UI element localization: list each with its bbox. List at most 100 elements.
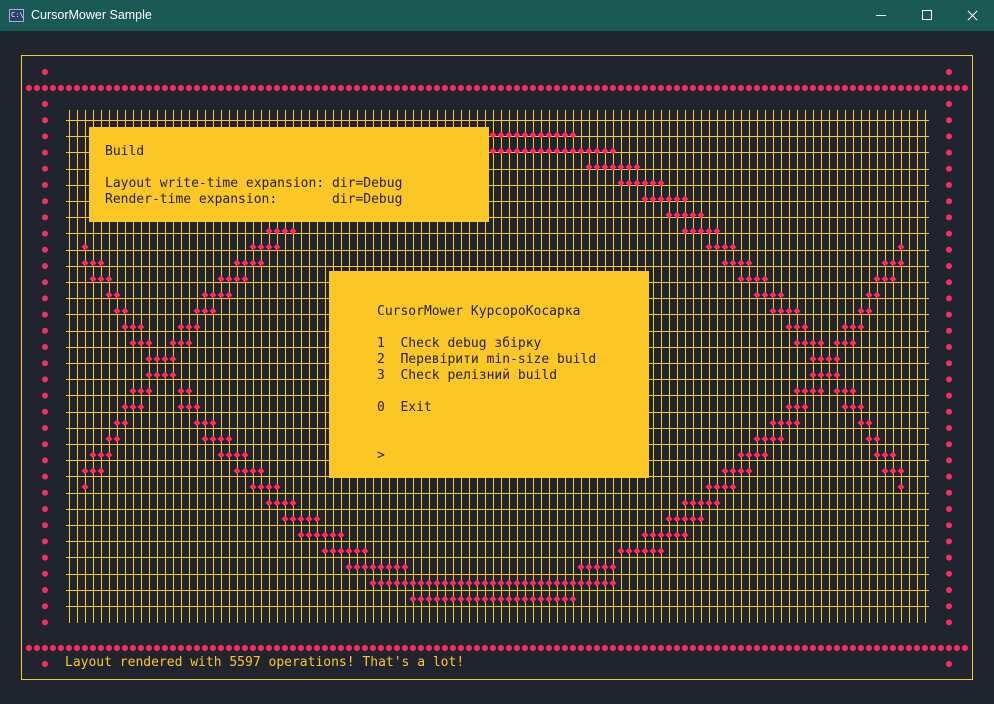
path-diamond (505, 147, 513, 155)
minimize-button[interactable] (858, 0, 904, 31)
pink-dot (482, 645, 488, 651)
pink-dot (706, 645, 712, 651)
pink-dot (298, 85, 304, 91)
path-diamond (113, 291, 121, 299)
path-diamond (865, 419, 873, 427)
path-diamond (601, 563, 609, 571)
pink-dot (386, 645, 392, 651)
path-diamond (385, 579, 393, 587)
pink-dot (426, 645, 432, 651)
pink-dot (106, 85, 112, 91)
path-diamond (897, 483, 905, 491)
pink-dot (114, 645, 120, 651)
pink-dot (202, 85, 208, 91)
pink-dot (42, 198, 48, 205)
path-diamond (129, 323, 137, 331)
path-diamond (329, 547, 337, 555)
pink-dot (42, 376, 48, 383)
path-diamond (257, 259, 265, 267)
pink-dot (946, 392, 952, 399)
pink-dot (490, 645, 496, 651)
pink-dot (522, 85, 528, 91)
menu-item-3[interactable]: 3 Check релізний build (377, 368, 557, 384)
path-diamond (161, 355, 169, 363)
path-diamond (761, 291, 769, 299)
pink-dot (850, 85, 856, 91)
path-diamond (265, 483, 273, 491)
menu-item-1[interactable]: 1 Check debug збірку (377, 336, 541, 352)
menu-item-key: 3 (377, 368, 385, 383)
pink-dot (242, 85, 248, 91)
menu-item-label: Exit (400, 400, 432, 415)
path-diamond (753, 275, 761, 283)
pink-dot (218, 645, 224, 651)
pink-dot (378, 645, 384, 651)
pink-dot (802, 85, 808, 91)
pink-dot (82, 645, 88, 651)
path-diamond (681, 499, 689, 507)
path-diamond (169, 339, 177, 347)
menu-item-label: Check debug збірку (400, 336, 542, 351)
pink-dot (514, 645, 520, 651)
path-diamond (337, 547, 345, 555)
path-diamond (833, 355, 841, 363)
pink-dot (34, 85, 40, 91)
pink-dot (74, 645, 80, 651)
layout-expansion-line: Layout write-time expansion: dir=Debug (105, 176, 403, 191)
path-diamond (841, 403, 849, 411)
path-diamond (721, 243, 729, 251)
path-diamond (377, 579, 385, 587)
close-button[interactable] (949, 0, 994, 31)
maximize-button[interactable] (904, 0, 950, 31)
path-diamond (721, 259, 729, 267)
pink-dot (690, 85, 696, 91)
path-diamond (521, 595, 529, 603)
path-diamond (497, 579, 505, 587)
path-diamond (881, 467, 889, 475)
pink-dot (882, 645, 888, 651)
pink-dot (698, 645, 704, 651)
path-diamond (729, 483, 737, 491)
pink-dot (482, 85, 488, 91)
path-diamond (561, 131, 569, 139)
pink-dot (162, 645, 168, 651)
path-diamond (193, 323, 201, 331)
pink-dot (938, 85, 944, 91)
path-diamond (881, 451, 889, 459)
pink-dot (186, 645, 192, 651)
path-diamond (641, 531, 649, 539)
path-diamond (545, 579, 553, 587)
pink-dot (946, 344, 952, 350)
path-diamond (593, 579, 601, 587)
pink-dot (138, 645, 144, 651)
pink-dot (650, 85, 656, 91)
pink-dot (858, 85, 864, 91)
path-diamond (521, 131, 529, 139)
pink-dot (442, 85, 448, 91)
path-diamond (769, 419, 777, 427)
pink-dot (42, 230, 48, 237)
pink-dot (306, 645, 312, 651)
menu-item-2[interactable]: 2 Перевірити min-size build (377, 352, 596, 368)
pink-dot (450, 85, 456, 91)
path-diamond (801, 339, 809, 347)
path-diamond (249, 467, 257, 475)
path-diamond (673, 531, 681, 539)
pink-dot (626, 645, 632, 651)
pink-dot (42, 554, 48, 561)
path-diamond (201, 435, 209, 443)
title-bar[interactable]: C:\ CursorMower Sample (0, 0, 994, 31)
path-diamond (265, 499, 273, 507)
pink-dot (778, 85, 784, 91)
pink-dot (266, 85, 272, 91)
pink-dot (610, 645, 616, 651)
menu-item-exit[interactable]: 0 Exit (377, 400, 432, 416)
path-diamond (185, 339, 193, 347)
pink-dot (946, 117, 952, 124)
pink-dot (410, 645, 416, 651)
pink-dot (818, 85, 824, 91)
pink-dot (946, 85, 952, 91)
input-prompt[interactable]: > (377, 448, 385, 464)
pink-dot (946, 149, 952, 156)
path-diamond (241, 275, 249, 283)
